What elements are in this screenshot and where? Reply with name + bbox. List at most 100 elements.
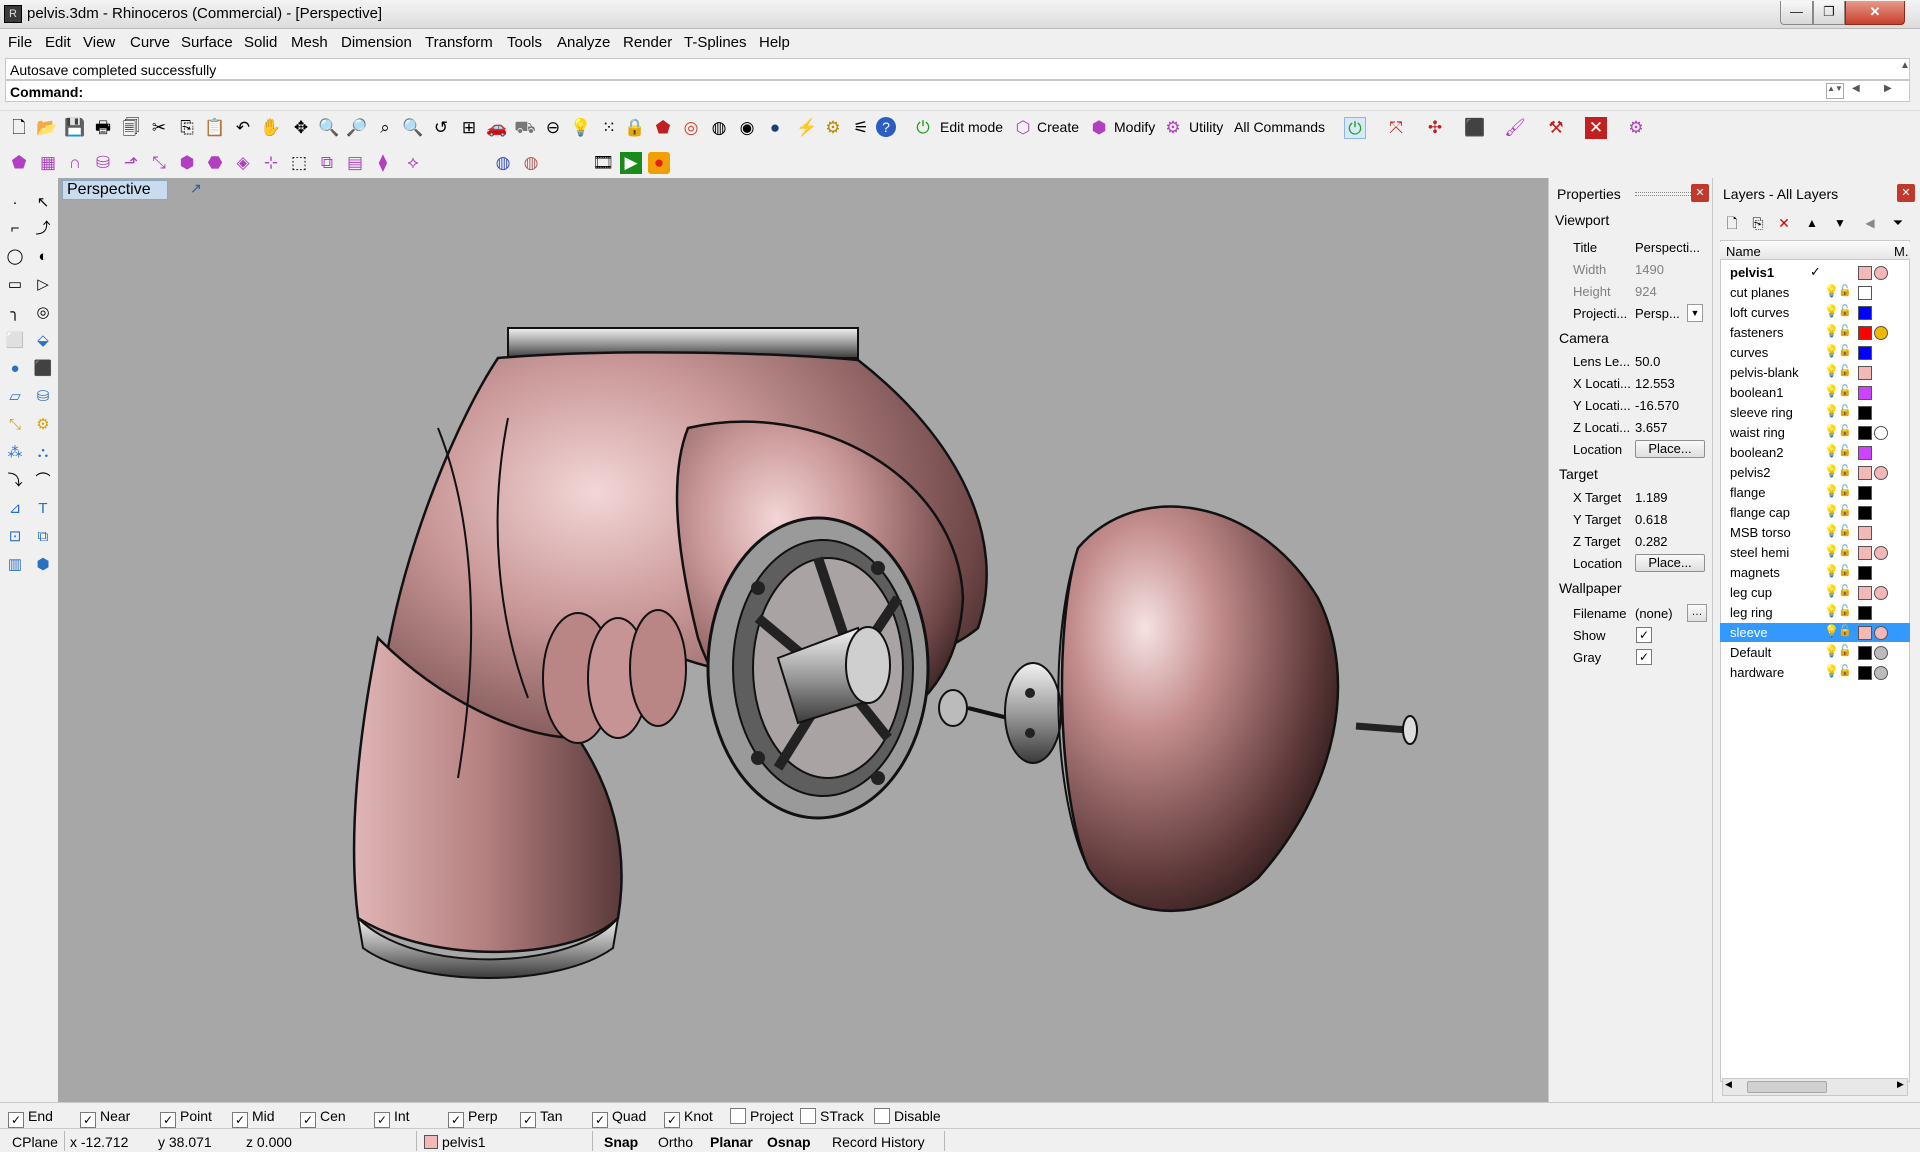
lightbulb-icon[interactable]: 💡 bbox=[1824, 524, 1839, 538]
layer-row[interactable]: flange 💡 🔓 bbox=[1720, 483, 1910, 502]
layer-material-swatch[interactable] bbox=[1874, 586, 1888, 600]
boolean-icon[interactable]: ⚙ bbox=[32, 414, 54, 436]
magic-wand-icon[interactable]: ⚡ bbox=[796, 117, 818, 139]
rotate-view-icon[interactable]: ✥ bbox=[290, 117, 312, 139]
unlock-icon[interactable]: 🔓 bbox=[1838, 604, 1852, 617]
block-icon[interactable]: ⬢ bbox=[32, 554, 54, 576]
rectangle-icon[interactable]: ▭ bbox=[4, 274, 26, 296]
all-commands-button[interactable]: All Commands bbox=[1234, 119, 1325, 135]
target-place-button[interactable]: Place... bbox=[1635, 554, 1705, 572]
scroll-right-icon[interactable]: ▶ bbox=[1897, 1079, 1904, 1090]
solid-sphere-icon[interactable]: ● bbox=[4, 358, 26, 380]
osnap-checkbox[interactable]: ✓ bbox=[448, 1112, 464, 1128]
layer-color-swatch[interactable] bbox=[1858, 266, 1872, 280]
command-right-arrow-icon[interactable]: ▶ bbox=[1884, 83, 1892, 94]
analyze-icon[interactable]: ⊡ bbox=[4, 526, 26, 548]
x-target-value[interactable]: 1.189 bbox=[1635, 490, 1705, 505]
layer-row[interactable]: sleeve ring 💡 🔓 bbox=[1720, 403, 1910, 422]
array-icon[interactable]: ⁂ bbox=[4, 442, 26, 464]
unlock-icon[interactable]: 🔓 bbox=[1838, 464, 1852, 477]
layer-row[interactable]: pelvis2 💡 🔓 bbox=[1720, 463, 1910, 482]
point-icon[interactable]: · bbox=[4, 192, 26, 214]
menu-transform[interactable]: Transform bbox=[425, 34, 493, 51]
osnap-knot[interactable]: ✓ Knot bbox=[664, 1108, 713, 1128]
lightbulb-icon[interactable]: 💡 bbox=[1824, 304, 1839, 318]
menu-solid[interactable]: Solid bbox=[244, 34, 277, 51]
move-up-icon[interactable]: ▲ bbox=[1801, 212, 1823, 234]
lock-icon[interactable]: 🔒 bbox=[624, 117, 646, 139]
ts-plane-icon[interactable]: ▦ bbox=[37, 152, 59, 174]
edit-mode-button[interactable]: Edit mode bbox=[940, 119, 1003, 135]
unlock-icon[interactable]: 🔓 bbox=[1838, 304, 1852, 317]
layer-material-swatch[interactable] bbox=[1874, 326, 1888, 340]
polygon-icon[interactable]: ▷ bbox=[32, 274, 54, 296]
layer-color-swatch[interactable] bbox=[1858, 346, 1872, 360]
layer-material-swatch[interactable] bbox=[1874, 546, 1888, 560]
lightbulb-icon[interactable]: 💡 bbox=[1824, 544, 1839, 558]
options-gear-icon[interactable]: ⚙ bbox=[822, 117, 844, 139]
ts-bridge-icon[interactable]: ⧉ bbox=[316, 152, 338, 174]
unlock-icon[interactable]: 🔓 bbox=[1838, 404, 1852, 417]
layer-row[interactable]: boolean1 💡 🔓 bbox=[1720, 383, 1910, 402]
unlock-icon[interactable]: 🔓 bbox=[1838, 664, 1852, 677]
filter-icon[interactable]: ⏷ bbox=[1887, 212, 1909, 234]
curve-icon[interactable]: ⤴ bbox=[32, 218, 54, 240]
lightbulb-icon[interactable]: 💡 bbox=[1824, 484, 1839, 498]
mesh-sphere-icon[interactable]: ◉ bbox=[736, 117, 758, 139]
lightbulb-icon[interactable]: 💡 bbox=[1824, 644, 1839, 658]
offset-icon[interactable]: ◎ bbox=[32, 302, 54, 324]
undo-view-icon[interactable]: ↺ bbox=[430, 117, 452, 139]
osnap-checkbox[interactable]: ✓ bbox=[8, 1112, 24, 1128]
dimension-icon[interactable]: ⊿ bbox=[4, 498, 26, 520]
ts-select-icon[interactable]: ⬚ bbox=[288, 152, 310, 174]
layer-material-swatch[interactable] bbox=[1874, 646, 1888, 660]
loft-icon[interactable]: ⬙ bbox=[32, 330, 54, 352]
layer-color-swatch[interactable] bbox=[1858, 426, 1872, 440]
ts-torus-icon[interactable]: ◈ bbox=[232, 152, 254, 174]
car-icon[interactable]: 🚗 bbox=[486, 117, 508, 139]
lightbulb-icon[interactable]: 💡 bbox=[1824, 504, 1839, 518]
menu-surface[interactable]: Surface bbox=[181, 34, 233, 51]
layer-color-swatch[interactable] bbox=[1858, 606, 1872, 620]
record-icon[interactable]: ● bbox=[648, 152, 670, 174]
layer-material-swatch[interactable] bbox=[1874, 426, 1888, 440]
layer-material-swatch[interactable] bbox=[1874, 466, 1888, 480]
layer-row[interactable]: fasteners 💡 🔓 bbox=[1720, 323, 1910, 342]
unlock-icon[interactable]: 🔓 bbox=[1838, 384, 1852, 397]
scroll-left-icon[interactable]: ◀ bbox=[1725, 1079, 1732, 1090]
tsplines-settings-icon[interactable]: ⚙ bbox=[1625, 117, 1647, 139]
z-location-value[interactable]: 3.657 bbox=[1635, 420, 1705, 435]
print-icon[interactable]: 🖶 bbox=[92, 117, 114, 139]
camera-place-button[interactable]: Place... bbox=[1635, 440, 1705, 458]
layers-close-icon[interactable]: ✕ bbox=[1897, 184, 1915, 202]
lightbulb-icon[interactable]: 💡 bbox=[1824, 284, 1839, 298]
ortho-toggle[interactable]: Ortho bbox=[658, 1134, 693, 1150]
zoom-icon[interactable]: 🔍 bbox=[318, 117, 340, 139]
mesh-sphere-red-icon[interactable]: ◍ bbox=[520, 152, 542, 174]
osnap-mid[interactable]: ✓ Mid bbox=[232, 1108, 275, 1128]
layer-row[interactable]: sleeve 💡 🔓 bbox=[1720, 623, 1910, 642]
move-icon[interactable]: ⛬ bbox=[32, 442, 54, 464]
unlock-icon[interactable]: 🔓 bbox=[1838, 504, 1852, 517]
lightbulb-icon[interactable]: 💡 bbox=[1824, 364, 1839, 378]
ts-pipe-icon[interactable]: ⤡ bbox=[148, 152, 170, 174]
layer-color-swatch[interactable] bbox=[1858, 546, 1872, 560]
viewport-tab-perspective[interactable]: Perspective bbox=[62, 180, 168, 200]
scroll-thumb[interactable] bbox=[1747, 1081, 1827, 1093]
create-button[interactable]: Create bbox=[1037, 119, 1079, 135]
select-arrow-icon[interactable]: ↖ bbox=[32, 192, 54, 214]
layer-row[interactable]: Default 💡 🔓 bbox=[1720, 643, 1910, 662]
select-filter-icon[interactable]: ⊖ bbox=[542, 117, 564, 139]
y-target-value[interactable]: 0.618 bbox=[1635, 512, 1705, 527]
polyline-icon[interactable]: ⌐ bbox=[4, 218, 26, 240]
osnap-cen[interactable]: ✓ Cen bbox=[300, 1108, 346, 1128]
command-left-arrow-icon[interactable]: ◀ bbox=[1852, 83, 1860, 94]
layer-row[interactable]: loft curves 💡 🔓 bbox=[1720, 303, 1910, 322]
modify-icon[interactable]: ⬢ bbox=[1088, 117, 1110, 139]
y-location-value[interactable]: -16.570 bbox=[1635, 398, 1705, 413]
properties-tree-icon[interactable]: ⚟ bbox=[850, 117, 872, 139]
lightbulb-icon[interactable]: 💡 bbox=[1824, 424, 1839, 438]
fillet-icon[interactable]: ╮ bbox=[4, 302, 26, 324]
osnap-quad[interactable]: ✓ Quad bbox=[592, 1108, 646, 1128]
lightbulb-icon[interactable]: 💡 bbox=[1824, 604, 1839, 618]
